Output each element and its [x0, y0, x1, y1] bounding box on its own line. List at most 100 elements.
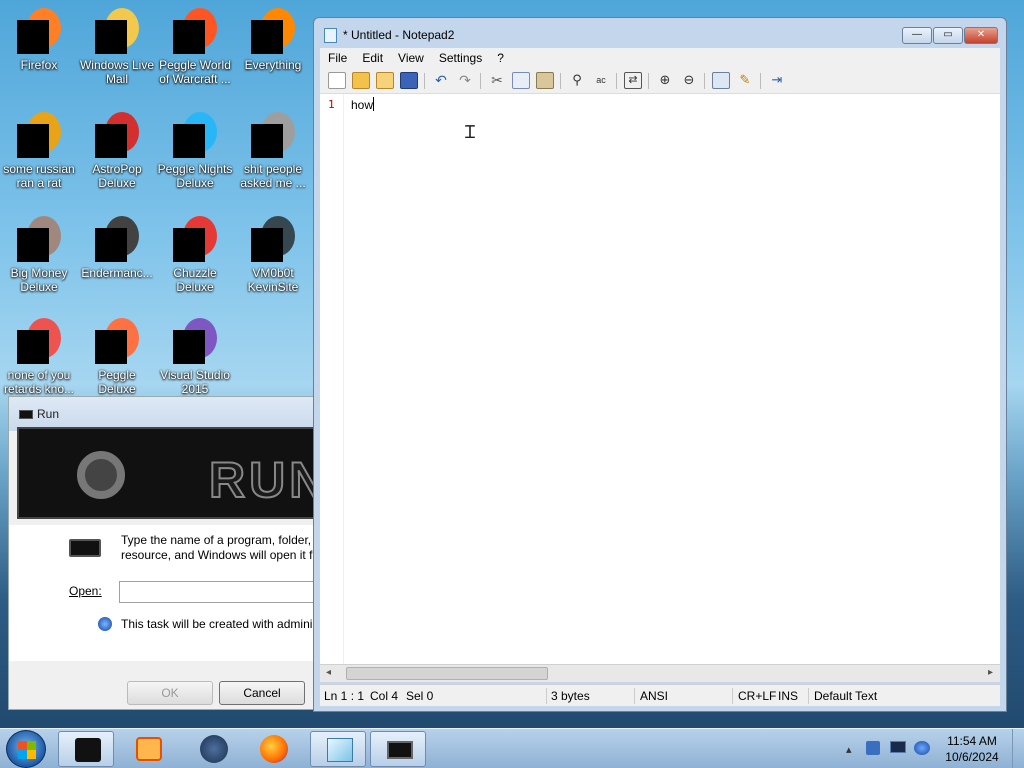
cancel-button[interactable]: Cancel: [219, 681, 305, 705]
zoom-in-icon[interactable]: ⊕: [656, 72, 674, 89]
copy-icon[interactable]: [512, 72, 530, 89]
desktop-icon-label: AstroPop Deluxe: [92, 162, 142, 190]
open-icon[interactable]: [352, 72, 370, 89]
toolbar-separator: [616, 73, 617, 89]
desktop-icon[interactable]: Firefox: [0, 8, 78, 72]
taskbar-item-firefox[interactable]: [246, 731, 302, 767]
find-icon[interactable]: ⚲: [568, 72, 586, 89]
undo-icon[interactable]: ↶: [432, 72, 450, 89]
status-divider: [732, 688, 733, 704]
windows-logo-icon-lower: [18, 750, 36, 759]
zoom-out-icon[interactable]: ⊖: [680, 72, 698, 89]
desktop-icon[interactable]: none of you retards kno...: [0, 318, 78, 396]
menu-help[interactable]: ?: [489, 48, 511, 65]
redacted-block: [251, 20, 283, 54]
menu-settings[interactable]: Settings: [431, 48, 489, 65]
redacted-block: [17, 228, 49, 262]
scrollbar-thumb[interactable]: [346, 667, 548, 680]
display-icon[interactable]: [890, 741, 906, 753]
minimize-button[interactable]: —: [902, 27, 932, 44]
edit-icon[interactable]: ✎: [736, 72, 754, 89]
window-title: * Untitled - Notepad2: [343, 28, 455, 42]
desktop-icon[interactable]: Visual Studio 2015: [156, 318, 234, 396]
desktop-icon-label: none of you retards kno...: [3, 368, 75, 396]
redacted-block: [17, 20, 49, 54]
globe-icon: [200, 735, 228, 763]
notepad2-window: * Untitled - Notepad2 — ▭ ✕ File Edit View…: [313, 17, 1007, 712]
taskbar-item-run[interactable]: [370, 731, 426, 767]
wordwrap-icon[interactable]: ⇄: [624, 72, 642, 89]
desktop-icon[interactable]: Windows Live Mail: [78, 8, 156, 86]
exit-icon[interactable]: ⇥: [768, 72, 786, 89]
redacted-block: [173, 124, 205, 158]
clock[interactable]: 11:54 AM 10/6/2024: [936, 733, 1008, 765]
desktop-icon-label: Peggle World of Warcraft ...: [159, 58, 231, 86]
editor-area[interactable]: 1 how Ɪ: [320, 94, 1000, 664]
volume-icon[interactable]: [914, 741, 930, 755]
status-encoding[interactable]: ANSI: [640, 689, 668, 703]
desktop-icon[interactable]: shit people asked me ...: [234, 112, 312, 190]
desktop-app-icon: [93, 8, 141, 56]
taskbar-item-app-globe[interactable]: [186, 731, 242, 767]
desktop-icon[interactable]: some russian ran a rat: [0, 112, 78, 190]
paste-icon[interactable]: [536, 72, 554, 89]
status-divider: [546, 688, 547, 704]
show-hidden-icons-icon[interactable]: ▴: [846, 743, 852, 756]
taskbar-item-media[interactable]: [120, 731, 176, 767]
scroll-left-icon[interactable]: ◂: [326, 667, 331, 678]
desktop-icon[interactable]: Chuzzle Deluxe: [156, 216, 234, 294]
editor-text[interactable]: how: [351, 97, 375, 112]
maximize-button[interactable]: ▭: [933, 27, 963, 44]
cut-icon[interactable]: ✂: [488, 72, 506, 89]
desktop-icon[interactable]: AstroPop Deluxe: [78, 112, 156, 190]
menu-view[interactable]: View: [390, 48, 431, 65]
desktop-icon-label: Visual Studio 2015: [160, 368, 230, 396]
redacted-block: [173, 330, 205, 364]
status-lexer[interactable]: Default Text: [814, 689, 877, 703]
redo-icon[interactable]: ↷: [456, 72, 474, 89]
network-icon[interactable]: [866, 741, 880, 755]
desktop-icon-label: shit people asked me ...: [240, 162, 306, 190]
browse-icon[interactable]: [376, 72, 394, 89]
save-icon[interactable]: [400, 72, 418, 89]
taskbar-item-notepad2[interactable]: [310, 731, 366, 767]
title-bar[interactable]: * Untitled - Notepad2 — ▭ ✕: [314, 18, 1006, 48]
clock-time: 11:54 AM: [947, 734, 997, 748]
run-title-bar[interactable]: Run: [9, 397, 313, 431]
desktop-app-icon: [15, 8, 63, 56]
taskbar: ▴ 11:54 AM 10/6/2024: [0, 728, 1024, 768]
run-description: Type the name of a program, folder, reso…: [121, 533, 313, 563]
menu-edit[interactable]: Edit: [354, 48, 390, 65]
media-player-icon: [136, 737, 162, 761]
start-button[interactable]: [6, 730, 46, 768]
run-banner: RUN: [17, 427, 313, 519]
menu-file[interactable]: File: [320, 48, 354, 65]
desktop-icon-label: Peggle Deluxe: [98, 368, 136, 396]
run-title-icon: [19, 410, 33, 419]
desktop-icon[interactable]: Endermanc...: [78, 216, 156, 280]
status-position: Ln 1 : 1: [324, 689, 365, 703]
open-input[interactable]: [119, 581, 313, 603]
status-eol[interactable]: CR+LF: [738, 689, 776, 703]
editor-content: how: [351, 98, 374, 112]
desktop-icon[interactable]: Peggle Deluxe: [78, 318, 156, 396]
replace-icon[interactable]: ac: [592, 72, 610, 89]
desktop-icon[interactable]: Peggle Nights Deluxe: [156, 112, 234, 190]
notepad-app-icon[interactable]: [324, 28, 337, 43]
desktop-icon[interactable]: Peggle World of Warcraft ...: [156, 8, 234, 86]
desktop-icon[interactable]: Big Money Deluxe: [0, 216, 78, 294]
taskbar-item-cmd[interactable]: [58, 731, 114, 767]
close-button[interactable]: ✕: [964, 27, 998, 44]
desktop-icon[interactable]: Everything: [234, 8, 312, 72]
new-icon[interactable]: [328, 72, 346, 89]
desktop-icon-label: VM0b0t KevinSite: [247, 266, 299, 294]
ok-button[interactable]: OK: [127, 681, 213, 705]
desktop-icon[interactable]: VM0b0t KevinSite: [234, 216, 312, 294]
desktop-app-icon: [171, 216, 219, 264]
horizontal-scrollbar[interactable]: ◂ ▸: [320, 664, 1000, 682]
run-description-line1: Type the name of a program, folder,: [121, 533, 312, 547]
view-icon[interactable]: [712, 72, 730, 89]
desktop-app-icon: [249, 216, 297, 264]
show-desktop-button[interactable]: [1012, 729, 1024, 768]
scroll-right-icon[interactable]: ▸: [988, 667, 993, 678]
